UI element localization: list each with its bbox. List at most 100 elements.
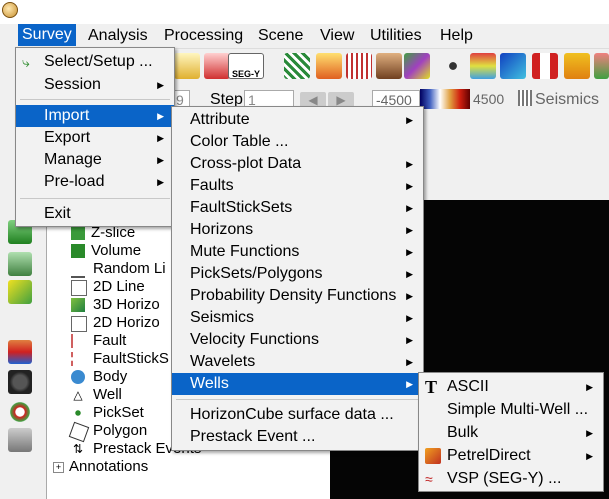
submenu-arrow-icon: ▶ <box>406 159 413 169</box>
seismics-label: Seismics <box>535 91 600 108</box>
colorbar[interactable] <box>420 89 470 109</box>
menu-item-probability-density[interactable]: Probability Density Functions ▶ <box>172 285 423 307</box>
menu-item-mute-functions[interactable]: Mute Functions ▶ <box>172 241 423 263</box>
menu-separator <box>20 198 170 199</box>
color-table-icon[interactable] <box>8 340 32 364</box>
menu-item-ascii[interactable]: T ASCII ▶ <box>419 376 603 398</box>
menu-item-import[interactable]: Import ▶ <box>16 105 174 127</box>
delete-icon[interactable] <box>8 428 32 452</box>
target-icon[interactable] <box>8 400 32 424</box>
polygon-icon <box>68 421 90 443</box>
menu-item-petreldirect[interactable]: PetrelDirect ▶ <box>419 445 603 467</box>
menu-item-faultsticksets[interactable]: FaultStickSets ▶ <box>172 197 423 219</box>
menu-item-simple-multiwell[interactable]: Simple Multi-Well ... <box>419 399 603 421</box>
menu-item-seismics[interactable]: Seismics ▶ <box>172 307 423 329</box>
menu-item-velocity-functions[interactable]: Velocity Functions ▶ <box>172 329 423 351</box>
submenu-arrow-icon: ▶ <box>406 181 413 191</box>
menu-processing[interactable]: Processing <box>160 26 247 46</box>
menu-analysis[interactable]: Analysis <box>84 26 152 46</box>
segy-icon[interactable]: SEG-Y <box>228 53 264 79</box>
petrel-icon <box>425 448 441 464</box>
submenu-arrow-icon: ▶ <box>586 382 593 392</box>
layers-icon[interactable] <box>376 53 402 79</box>
seismics-icon <box>518 90 532 106</box>
submenu-arrow-icon: ▶ <box>406 379 413 389</box>
menu-item-wells[interactable]: Wells ▶ <box>172 373 423 395</box>
random-line-icon <box>71 262 85 278</box>
menu-item-prestack-event[interactable]: Prestack Event ... <box>172 426 423 448</box>
horizon-3d-icon <box>71 298 85 312</box>
submenu-arrow-icon: ▶ <box>406 357 413 367</box>
camera-icon[interactable] <box>8 370 32 394</box>
menu-bar: Survey Analysis Processing Scene View Ut… <box>0 24 609 46</box>
submenu-arrow-icon: ▶ <box>406 225 413 235</box>
survey-menu: ⤷ Select/Setup ... Session ▶ Import ▶ Expor… <box>15 47 175 227</box>
menu-item-export[interactable]: Export ▶ <box>16 127 174 149</box>
fault-tree-icon <box>71 334 87 348</box>
menu-item-exit[interactable]: Exit <box>16 203 174 225</box>
menu-item-select-setup[interactable]: ⤷ Select/Setup ... <box>16 51 174 73</box>
submenu-arrow-icon: ▶ <box>157 111 164 121</box>
color-max-field[interactable]: 4500 <box>470 90 512 108</box>
menu-item-horizoncube[interactable]: HorizonCube surface data ... <box>172 404 423 426</box>
app-icon <box>2 2 18 18</box>
network-icon[interactable] <box>440 53 466 79</box>
menu-item-wavelets[interactable]: Wavelets ▶ <box>172 351 423 373</box>
line-2d-icon <box>71 280 87 296</box>
submenu-arrow-icon: ▶ <box>406 115 413 125</box>
submenu-arrow-icon: ▶ <box>586 451 593 461</box>
bridge-icon[interactable] <box>564 53 590 79</box>
submenu-arrow-icon: ▶ <box>157 177 164 187</box>
import-submenu: Attribute ▶ Color Table ... Cross-plot Da… <box>171 106 424 451</box>
menu-survey[interactable]: Survey <box>18 24 76 46</box>
menu-item-manage[interactable]: Manage ▶ <box>16 149 174 171</box>
menu-separator <box>176 399 419 400</box>
fault-icon[interactable] <box>532 53 558 79</box>
pdf-icon[interactable] <box>204 53 230 79</box>
menu-item-crossplot-data[interactable]: Cross-plot Data ▶ <box>172 153 423 175</box>
text-t-icon: T <box>425 377 438 397</box>
faultstick-icon <box>71 352 87 366</box>
menu-item-vsp-segy[interactable]: ≈ VSP (SEG-Y) ... <box>419 468 603 490</box>
menu-item-session[interactable]: Session ▶ <box>16 74 174 96</box>
log-bars-icon[interactable] <box>470 53 496 79</box>
submenu-arrow-icon: ▶ <box>406 269 413 279</box>
map-icon[interactable] <box>594 53 609 79</box>
menu-utilities[interactable]: Utilities <box>366 26 426 46</box>
submenu-arrow-icon: ▶ <box>406 247 413 257</box>
submenu-arrow-icon: ▶ <box>157 80 164 90</box>
main-toolbar: SEG-Y <box>170 48 609 85</box>
seismic-traces-icon[interactable] <box>346 53 372 79</box>
menu-scene[interactable]: Scene <box>254 26 307 46</box>
menu-item-bulk[interactable]: Bulk ▶ <box>419 422 603 444</box>
menu-item-color-table[interactable]: Color Table ... <box>172 131 423 153</box>
menu-separator <box>20 99 170 100</box>
horizon-icon[interactable] <box>316 53 342 79</box>
horizon-2d-icon <box>71 316 87 332</box>
wells-submenu: T ASCII ▶ Simple Multi-Well ... Bulk ▶ Petr… <box>418 372 604 492</box>
wave-icon[interactable] <box>500 53 526 79</box>
menu-view[interactable]: View <box>316 26 358 46</box>
menu-item-faults[interactable]: Faults ▶ <box>172 175 423 197</box>
submenu-arrow-icon: ▶ <box>406 203 413 213</box>
submenu-arrow-icon: ▶ <box>406 335 413 345</box>
submenu-arrow-icon: ▶ <box>406 291 413 301</box>
grid-icon[interactable] <box>284 53 310 79</box>
menu-help[interactable]: Help <box>436 26 477 46</box>
expand-icon[interactable]: + <box>53 462 64 473</box>
pickset-icon <box>71 406 85 420</box>
import-icon[interactable] <box>174 53 200 79</box>
menu-item-horizons[interactable]: Horizons ▶ <box>172 219 423 241</box>
surfaces-icon[interactable] <box>404 53 430 79</box>
body-icon <box>71 370 85 384</box>
horizon-tool-icon[interactable] <box>8 280 32 304</box>
submenu-arrow-icon: ▶ <box>157 133 164 143</box>
volume-icon[interactable] <box>8 252 32 276</box>
window-title-strip <box>0 0 609 24</box>
submenu-arrow-icon: ▶ <box>157 155 164 165</box>
submenu-arrow-icon: ▶ <box>586 428 593 438</box>
menu-item-picksets-polygons[interactable]: PickSets/Polygons ▶ <box>172 263 423 285</box>
menu-item-attribute[interactable]: Attribute ▶ <box>172 109 423 131</box>
volume-tree-icon <box>71 244 85 258</box>
menu-item-preload[interactable]: Pre-load ▶ <box>16 171 174 193</box>
